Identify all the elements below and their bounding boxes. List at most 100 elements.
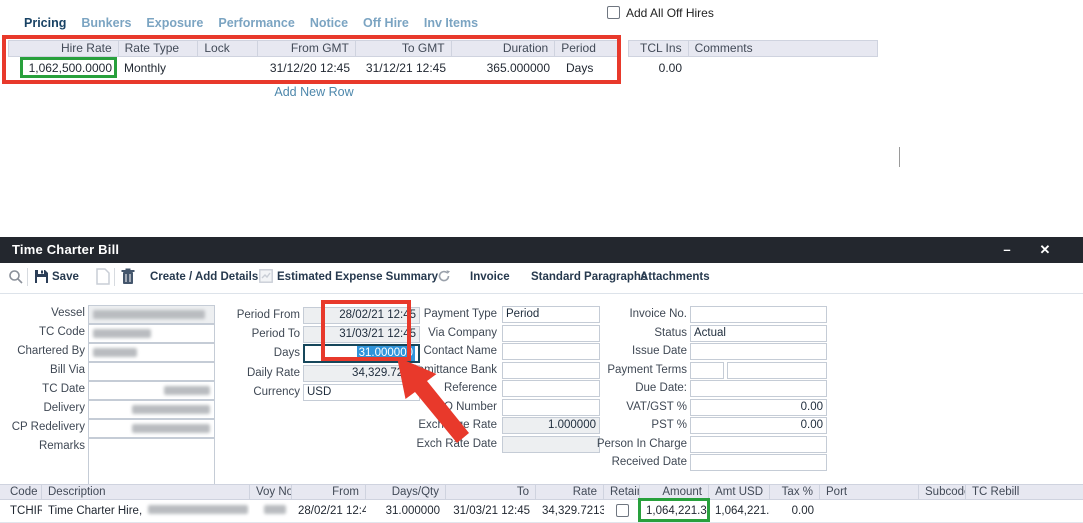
col-rate[interactable]: Rate <box>536 485 604 499</box>
col-amt-usd[interactable]: Amt USD <box>709 485 770 499</box>
exchange-rate-field[interactable]: 1.000000 <box>502 417 600 434</box>
retain-checkbox[interactable] <box>616 504 629 517</box>
attachments-button[interactable]: Attachments <box>640 271 710 283</box>
cell-to-gmt[interactable]: 31/12/21 12:45 <box>356 57 452 79</box>
close-button[interactable]: ✕ <box>1034 240 1056 260</box>
po-number-field[interactable] <box>502 399 600 416</box>
tc-code-field[interactable] <box>88 324 215 343</box>
cell-subcode[interactable] <box>919 500 966 522</box>
cell-rate-type[interactable]: Monthly <box>118 57 198 79</box>
col-from-gmt[interactable]: From GMT <box>258 41 356 56</box>
cell-code[interactable]: TCHIR <box>0 500 42 522</box>
cp-redelivery-field[interactable] <box>88 419 215 438</box>
cell-period[interactable]: Days <box>556 57 620 79</box>
col-tcl-ins[interactable]: TCL Ins <box>629 41 689 56</box>
tcl-table-row[interactable]: 0.00 <box>628 57 878 79</box>
save-button[interactable]: Save <box>52 271 79 283</box>
payment-terms-field[interactable] <box>727 362 827 379</box>
col-voy-no[interactable]: Voy No. <box>250 485 292 499</box>
cell-days-qty[interactable]: 31.000000 <box>366 500 446 522</box>
cell-amount[interactable]: 1,064,221.36 <box>640 500 709 522</box>
cell-comments[interactable] <box>688 57 878 79</box>
delete-icon[interactable] <box>121 268 135 285</box>
col-tax[interactable]: Tax % <box>770 485 820 499</box>
invoice-no-field[interactable] <box>690 306 827 323</box>
col-from[interactable]: From <box>292 485 366 499</box>
due-date-field[interactable] <box>690 380 827 397</box>
col-hire-rate[interactable]: Hire Rate <box>9 41 119 56</box>
col-lock[interactable]: Lock <box>198 41 258 56</box>
add-new-row-link[interactable]: Add New Row <box>8 85 620 99</box>
window-title: Time Charter Bill <box>12 242 119 257</box>
window-titlebar[interactable]: Time Charter Bill – ✕ <box>0 237 1083 263</box>
create-add-details-button[interactable]: Create / Add Details <box>150 271 258 283</box>
vat-gst-field[interactable]: 0.00 <box>690 399 827 416</box>
cell-duration[interactable]: 365.000000 <box>452 57 556 79</box>
via-company-field[interactable] <box>502 325 600 342</box>
cell-to[interactable]: 31/03/21 12:45 <box>446 500 536 522</box>
estimated-expense-summary-button[interactable]: Estimated Expense Summary <box>277 271 438 283</box>
tab-exposure[interactable]: Exposure <box>146 16 203 30</box>
payment-type-label: Payment Type <box>395 306 497 323</box>
items-table-row[interactable]: TCHIR Time Charter Hire, 28/02/21 12:45 … <box>0 500 1083 523</box>
received-date-field[interactable] <box>690 454 827 471</box>
cell-amt-usd[interactable]: 1,064,221.36 <box>709 500 770 522</box>
col-subcode[interactable]: Subcode <box>919 485 966 499</box>
tab-performance[interactable]: Performance <box>218 16 294 30</box>
payment-terms-code-field[interactable] <box>690 362 724 379</box>
tab-bunkers[interactable]: Bunkers <box>81 16 131 30</box>
save-icon[interactable] <box>34 269 49 284</box>
add-all-off-hires-checkbox[interactable] <box>607 6 620 19</box>
delivery-field[interactable] <box>88 400 215 419</box>
issue-date-field[interactable] <box>690 343 827 360</box>
cell-description[interactable]: Time Charter Hire, <box>42 500 250 522</box>
col-description[interactable]: Description <box>42 485 250 499</box>
pst-field[interactable]: 0.00 <box>690 417 827 434</box>
reference-field[interactable] <box>502 380 600 397</box>
payment-type-field[interactable]: Period <box>502 306 600 323</box>
bill-via-field[interactable] <box>88 362 215 381</box>
tab-notice[interactable]: Notice <box>310 16 348 30</box>
cell-tcl-ins[interactable]: 0.00 <box>628 57 688 79</box>
col-comments[interactable]: Comments <box>689 41 877 56</box>
col-retain[interactable]: Retain <box>604 485 640 499</box>
exch-rate-date-field[interactable] <box>502 436 600 453</box>
col-rate-type[interactable]: Rate Type <box>119 41 199 56</box>
days-label: Days <box>210 345 300 362</box>
chartered-by-field[interactable] <box>88 343 215 362</box>
invoice-button[interactable]: Invoice <box>470 271 510 283</box>
col-to[interactable]: To <box>446 485 536 499</box>
col-days-qty[interactable]: Days/Qty <box>366 485 446 499</box>
status-field[interactable]: Actual <box>690 325 827 342</box>
tab-inv-items[interactable]: Inv Items <box>424 16 478 30</box>
col-tc-rebill[interactable]: TC Rebill <box>966 485 1083 499</box>
pricing-table-row[interactable]: 1,062,500.0000 Monthly 31/12/20 12:45 31… <box>8 57 620 79</box>
cell-hire-rate[interactable]: 1,062,500.0000 <box>8 57 118 79</box>
tc-date-field[interactable] <box>88 381 215 400</box>
contact-name-field[interactable] <box>502 343 600 360</box>
refresh-icon[interactable] <box>437 269 451 283</box>
vessel-field[interactable] <box>88 305 215 324</box>
col-to-gmt[interactable]: To GMT <box>356 41 452 56</box>
cell-lock[interactable] <box>198 57 258 79</box>
minimize-button[interactable]: – <box>996 240 1018 260</box>
cell-tc-rebill[interactable] <box>966 500 1083 522</box>
cell-from[interactable]: 28/02/21 12:45 <box>292 500 366 522</box>
cell-rate[interactable]: 34,329.7213 <box>536 500 604 522</box>
col-duration[interactable]: Duration <box>452 41 556 56</box>
cell-voy-no[interactable] <box>250 500 292 522</box>
standard-paragraphs-button[interactable]: Standard Paragraphs <box>531 271 647 283</box>
cell-tax[interactable]: 0.00 <box>770 500 820 522</box>
search-icon[interactable] <box>8 269 24 285</box>
copy-icon[interactable] <box>96 268 110 285</box>
cell-port[interactable] <box>820 500 919 522</box>
col-amount[interactable]: Amount <box>640 485 709 499</box>
col-code[interactable]: Code <box>0 485 42 499</box>
person-in-charge-field[interactable] <box>690 436 827 453</box>
col-period[interactable]: Period <box>555 41 619 56</box>
tab-off-hire[interactable]: Off Hire <box>363 16 409 30</box>
tab-pricing[interactable]: Pricing <box>24 16 66 30</box>
remittance-bank-field[interactable] <box>502 362 600 379</box>
cell-from-gmt[interactable]: 31/12/20 12:45 <box>258 57 356 79</box>
col-port[interactable]: Port <box>820 485 919 499</box>
